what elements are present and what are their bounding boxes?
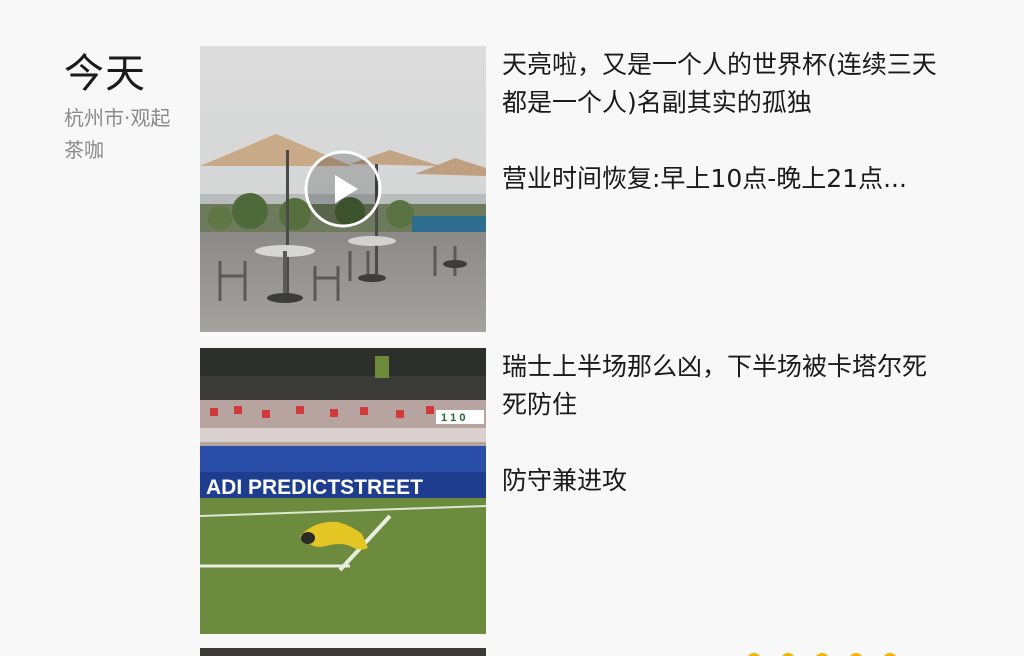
post-caption: 天亮啦，又是一个人的世界杯(连续三天都是一个人)名副其实的孤独 [502, 50, 937, 117]
date-column: 今天 杭州市·观起茶咖 [64, 48, 184, 166]
post-item[interactable]: 天亮啦，又是一个人的世界杯(连续三天都是一个人)名副其实的孤独 营业时间恢复:早… [200, 46, 960, 332]
scoreboard-text: 1 1 0 [441, 412, 465, 424]
moments-album: 今天 杭州市·观起茶咖 天亮啦，又是一个人的世界杯(连续三天都是一个人)名副其实… [0, 0, 1024, 656]
banner-text: ADI PREDICTSTREET [206, 476, 423, 499]
post-item[interactable]: 1 1 0 ADI PREDICTSTREET 瑞士上半场那么凶，下半场被卡塔尔… [200, 348, 960, 634]
post-text[interactable]: 瑞士上半场那么凶，下半场被卡塔尔死死防住 防守兼进攻 [502, 348, 950, 500]
post-caption-extra: 营业时间恢复:早上10点-晚上21点... [502, 164, 907, 193]
emoji-row-partial [748, 653, 896, 656]
post-caption-extra: 防守兼进攻 [502, 466, 628, 495]
stadium-photo: 1 1 0 ADI PREDICTSTREET [200, 348, 486, 634]
location-label[interactable]: 杭州市·观起茶咖 [64, 102, 172, 166]
post-caption: 瑞士上半场那么凶，下半场被卡塔尔死死防住 [502, 352, 928, 419]
post-text[interactable]: 天亮啦，又是一个人的世界杯(连续三天都是一个人)名副其实的孤独 营业时间恢复:早… [502, 46, 950, 198]
next-post-thumbnail[interactable] [200, 648, 486, 656]
play-icon[interactable] [303, 149, 383, 229]
video-thumbnail[interactable] [200, 46, 486, 332]
date-label: 今天 [64, 51, 146, 97]
photo-thumbnail[interactable]: 1 1 0 ADI PREDICTSTREET [200, 348, 486, 634]
